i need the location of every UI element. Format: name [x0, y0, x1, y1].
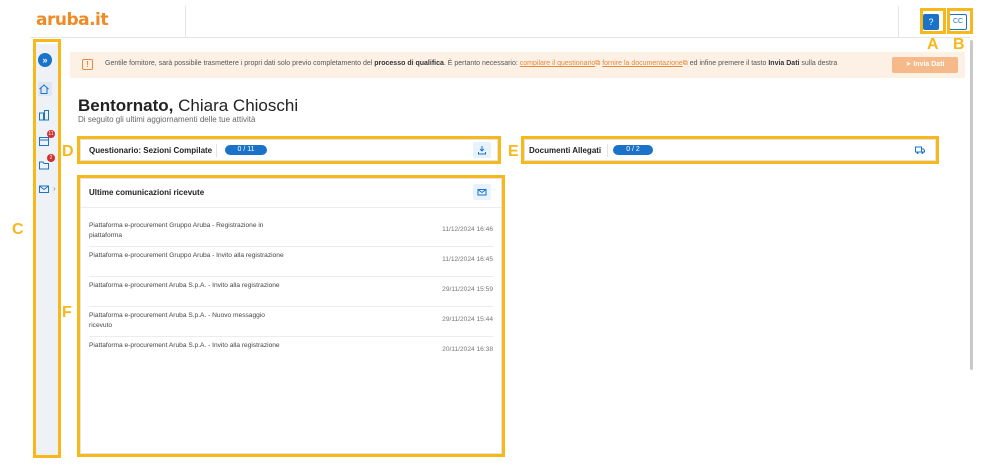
provide-documentation-link[interactable]: fornire la documentazione [602, 60, 683, 67]
annotation-label-f: F [62, 304, 72, 321]
page-title: Bentornato, Chiara Chioschi [78, 96, 298, 116]
banner-text-bold: processo di qualifica [374, 60, 444, 67]
annotation-label-c: C [12, 221, 24, 238]
banner-text-suffix: ed infine premere il tasto [689, 60, 767, 67]
annotation-label-d: D [62, 143, 74, 160]
send-data-button[interactable]: ➤ Invia Dati [892, 57, 958, 73]
external-link-icon: ⧉ [595, 60, 601, 67]
annotation-label-e: E [508, 143, 519, 160]
annotation-box-f [77, 175, 505, 457]
annotation-label-a: A [927, 36, 939, 53]
annotation-box-b [947, 8, 973, 34]
banner-text-bold2: Invia Dati [768, 60, 800, 67]
greeting-bold: Bentornato, [78, 96, 174, 115]
banner-text-prefix: Gentile fornitore, sarà possibile trasme… [105, 60, 373, 67]
banner-text: Gentile fornitore, sarà possibile trasme… [105, 60, 837, 68]
banner-text-end: sulla destra [801, 60, 838, 67]
top-bar-divider [898, 6, 899, 38]
banner-text-mid: . È pertanto necessario: [443, 60, 518, 67]
annotation-box-c [33, 39, 61, 458]
top-bar: aruba.it ? CC [30, 6, 970, 38]
page-subtitle: Di seguito gli ultimi aggiornamenti dell… [78, 115, 256, 124]
annotation-box-d [77, 136, 501, 164]
qualification-banner: ! Gentile fornitore, sarà possibile tras… [70, 52, 965, 78]
annotation-label-b: B [953, 36, 965, 53]
external-link-icon: ⧉ [682, 60, 688, 67]
page-scrollbar[interactable] [970, 40, 973, 370]
send-data-label: Invia Dati [913, 61, 945, 68]
aruba-logo[interactable]: aruba.it [36, 10, 109, 30]
compile-questionnaire-link[interactable]: compilare il questionario [520, 60, 595, 67]
annotation-box-e [521, 136, 939, 164]
page: aruba.it ? CC » 11 2 › ! Gentile fornito… [0, 0, 1004, 466]
warning-icon: ! [82, 59, 93, 70]
user-name: Chiara Chioschi [178, 96, 299, 115]
annotation-box-a [920, 8, 946, 34]
top-bar-divider [185, 6, 186, 38]
